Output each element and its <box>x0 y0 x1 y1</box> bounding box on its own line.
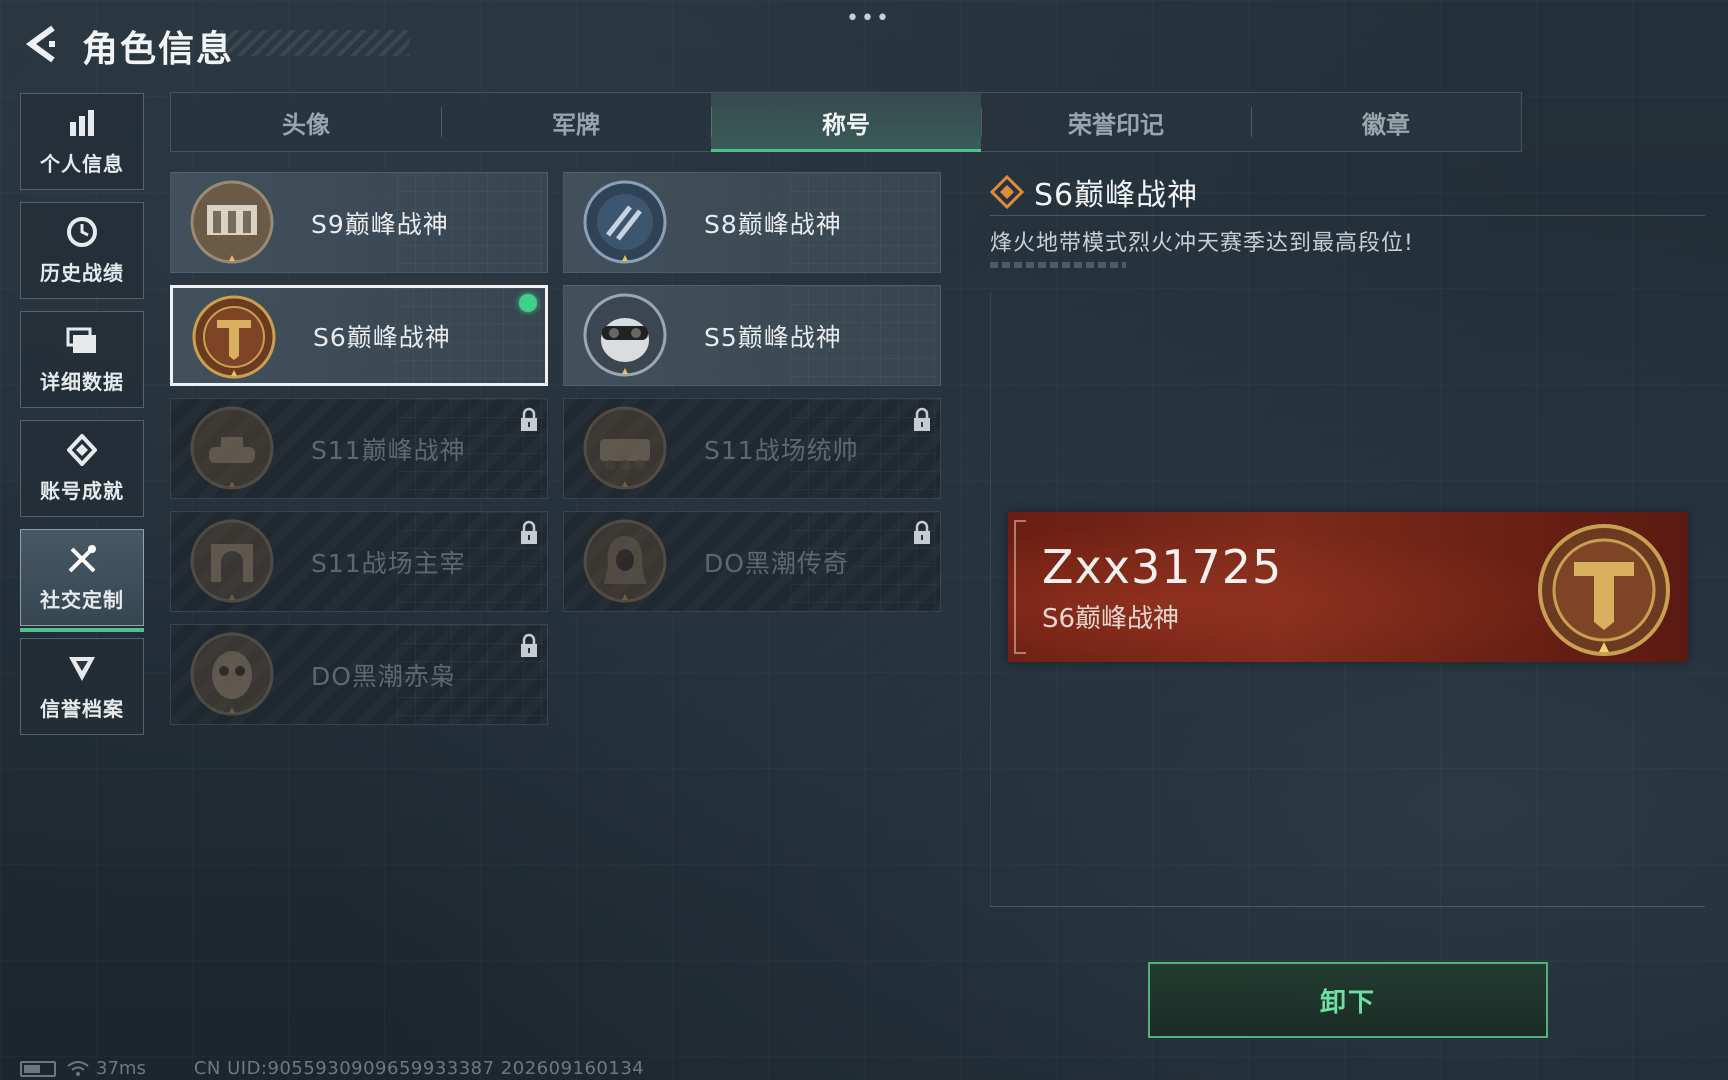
tab-badge[interactable]: 徽章 <box>1251 93 1521 151</box>
equipped-indicator <box>519 294 537 312</box>
title-card-label: S11战场主宰 <box>311 548 466 578</box>
unequip-button[interactable]: 卸下 <box>1148 962 1548 1038</box>
bar-chart-icon <box>65 106 99 140</box>
screen: ••• 角色信息 个人信息 历史战绩 详细数据 账号成就 社交定制 信誉档案 头… <box>0 0 1728 1080</box>
tank-badge-icon <box>190 406 274 490</box>
title-card-label: S8巅峰战神 <box>704 209 842 239</box>
menu-dots-icon[interactable]: ••• <box>846 6 891 31</box>
title-card-locked[interactable]: S11战场统帅 <box>563 398 941 499</box>
sidebar-item-label: 历史战绩 <box>40 261 124 285</box>
sidebar: 个人信息 历史战绩 详细数据 账号成就 社交定制 信誉档案 <box>20 93 144 747</box>
title-card-locked[interactable]: S11巅峰战神 <box>170 398 548 499</box>
sidebar-item-profile[interactable]: 个人信息 <box>20 93 144 190</box>
sidebar-item-social[interactable]: 社交定制 <box>20 529 144 632</box>
uid-text: CN UID:9055930909659933387 202609160134 <box>193 1058 645 1079</box>
sidebar-item-label: 账号成就 <box>40 479 124 503</box>
hooded-figure-badge-icon <box>583 519 667 603</box>
diamond-icon <box>990 175 1024 209</box>
title-card-selected[interactable]: S6巅峰战神 <box>170 285 548 386</box>
title-decoration <box>220 30 410 56</box>
sidebar-item-reputation[interactable]: 信誉档案 <box>20 638 144 735</box>
arch-badge-icon <box>190 519 274 603</box>
title-card-label: S6巅峰战神 <box>313 322 451 352</box>
lock-icon <box>914 520 930 544</box>
sidebar-item-label: 个人信息 <box>40 152 124 176</box>
battery-icon <box>20 1060 56 1077</box>
skull-goggles-badge-icon <box>583 293 667 377</box>
clock-icon <box>65 215 99 249</box>
tab-dog-tag[interactable]: 军牌 <box>441 93 711 151</box>
sidebar-item-details[interactable]: 详细数据 <box>20 311 144 408</box>
medal-icon <box>65 433 99 467</box>
sidebar-item-achievements[interactable]: 账号成就 <box>20 420 144 517</box>
title-card[interactable]: S9巅峰战神 <box>170 172 548 273</box>
title-card-label: S5巅峰战神 <box>704 322 842 352</box>
title-card-label: S11巅峰战神 <box>311 435 466 465</box>
title-card-label: DO黑潮赤枭 <box>311 661 456 691</box>
tab-avatar[interactable]: 头像 <box>171 93 441 151</box>
detail-title: S6巅峰战神 <box>1034 178 1199 213</box>
title-card[interactable]: S5巅峰战神 <box>563 285 941 386</box>
name-card-preview: Zxx31725 S6巅峰战神 <box>1008 512 1688 662</box>
sidebar-item-label: 信誉档案 <box>40 697 124 721</box>
tab-bar: 头像 军牌 称号 荣誉印记 徽章 <box>170 92 1522 152</box>
back-button[interactable] <box>18 20 64 68</box>
detail-description: 烽火地带模式烈火冲天赛季达到最高段位! <box>990 231 1414 256</box>
gold-t-badge-icon <box>1538 524 1670 656</box>
tools-icon <box>65 542 99 576</box>
wifi-icon <box>67 1060 89 1076</box>
owl-badge-icon <box>190 632 274 716</box>
lock-icon <box>914 407 930 431</box>
title-card-locked[interactable]: DO黑潮赤枭 <box>170 624 548 725</box>
sidebar-item-history[interactable]: 历史战绩 <box>20 202 144 299</box>
lock-icon <box>521 633 537 657</box>
blue-stripe-badge-icon <box>583 180 667 264</box>
player-title: S6巅峰战神 <box>1042 604 1180 634</box>
title-card-locked[interactable]: DO黑潮传奇 <box>563 511 941 612</box>
divider <box>990 215 1705 216</box>
title-card[interactable]: S8巅峰战神 <box>563 172 941 273</box>
sidebar-item-label: 详细数据 <box>40 370 124 394</box>
lock-icon <box>521 520 537 544</box>
page-title: 角色信息 <box>82 29 235 70</box>
detail-subtext-decoration <box>990 262 1126 268</box>
back-arrow-icon <box>25 25 55 63</box>
detail-header: S6巅峰战神 <box>990 170 1198 214</box>
title-card-label: S11战场统帅 <box>704 435 859 465</box>
shield-icon <box>65 651 99 685</box>
lock-icon <box>521 407 537 431</box>
apc-badge-icon <box>583 406 667 490</box>
player-name: Zxx31725 <box>1042 540 1283 594</box>
tab-honor-mark[interactable]: 荣誉印记 <box>981 93 1251 151</box>
ping-value: 37ms <box>96 1058 146 1079</box>
arena-badge-icon <box>190 180 274 264</box>
folder-icon <box>65 324 99 358</box>
tab-title[interactable]: 称号 <box>711 93 981 152</box>
status-bar: 37ms CN UID:9055930909659933387 20260916… <box>20 1058 644 1079</box>
title-card-label: S9巅峰战神 <box>311 209 449 239</box>
title-card-label: DO黑潮传奇 <box>704 548 849 578</box>
divider <box>990 906 1705 907</box>
sidebar-item-label: 社交定制 <box>40 588 124 612</box>
gold-t-badge-icon <box>192 295 276 379</box>
title-card-locked[interactable]: S11战场主宰 <box>170 511 548 612</box>
